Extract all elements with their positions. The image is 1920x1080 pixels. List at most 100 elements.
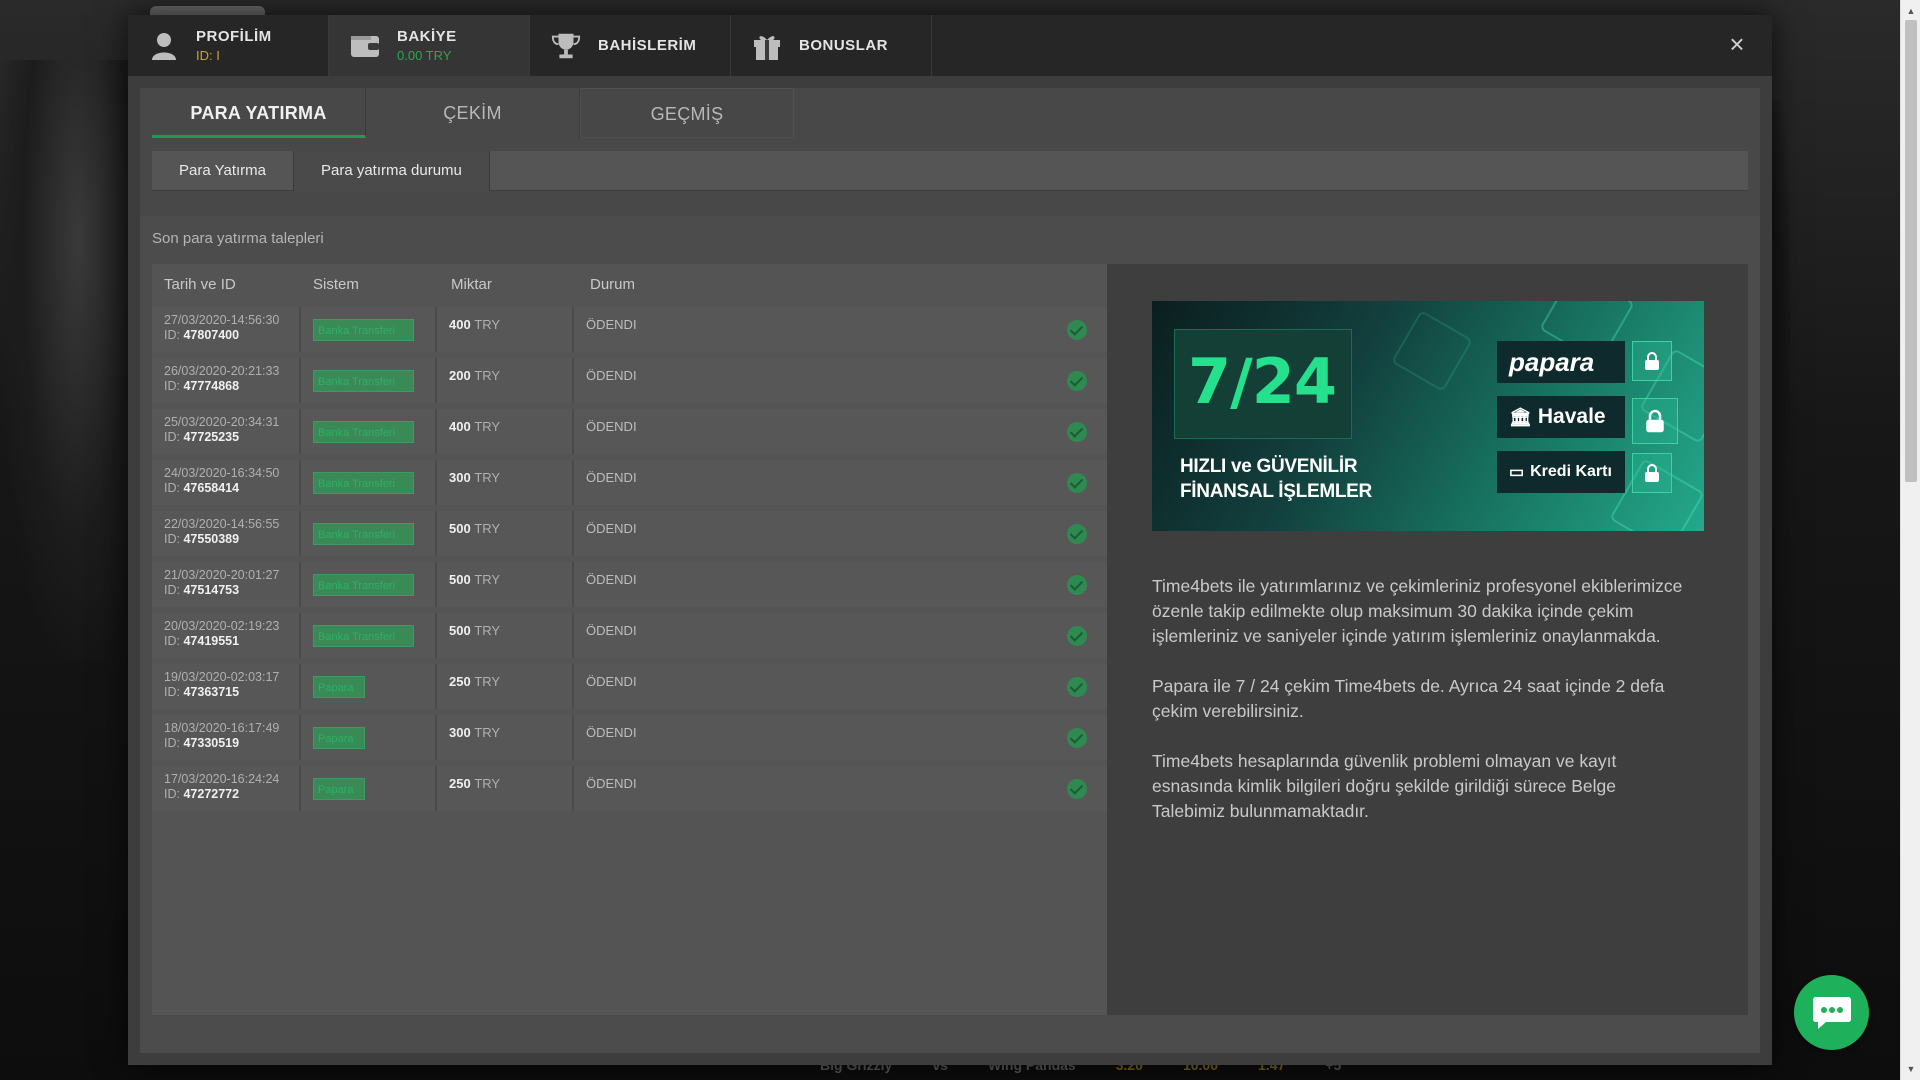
cell-status: ÖDENDI (574, 409, 1107, 454)
table-row: 22/03/2020-14:56:55 ID: 47550389 Banka Tra… (152, 511, 1107, 556)
tab-profile[interactable]: PROFİLİM ID: I (128, 15, 329, 76)
live-chat-button[interactable] (1794, 975, 1869, 1050)
row-id-value: 47330519 (183, 736, 240, 750)
row-id: ID: 47774868 (164, 379, 299, 393)
cell-date-id: 22/03/2020-14:56:55 ID: 47550389 (152, 511, 301, 556)
payment-system-badge: Papara (313, 675, 365, 698)
row-id-prefix: ID: (164, 583, 180, 597)
cell-system: Banka Transferi (301, 409, 437, 454)
tab-history[interactable]: GEÇMİŞ (580, 88, 794, 138)
banner-havale: 🏛 Havale (1497, 396, 1625, 438)
banner-card-label: Kredi Kartı (1530, 463, 1612, 480)
row-status: ÖDENDI (586, 623, 637, 638)
row-currency: TRY (474, 470, 501, 485)
col-system: Sistem (313, 275, 359, 293)
row-id: ID: 47514753 (164, 583, 299, 597)
deposit-subtabs: Para Yatırma Para yatırma durumu (152, 151, 1748, 191)
row-status: ÖDENDI (586, 725, 637, 740)
payment-system-badge: Banka Transferi (313, 471, 414, 494)
table-row: 18/03/2020-16:17:49 ID: 47330519 Papara 300… (152, 715, 1107, 760)
row-amount: 500 TRY (449, 572, 572, 587)
subtab-deposit-status[interactable]: Para yatırma durumu (293, 151, 490, 191)
cell-date-id: 20/03/2020-02:19:23 ID: 47419551 (152, 613, 301, 658)
close-icon[interactable]: × (1724, 31, 1750, 57)
row-currency: TRY (474, 674, 501, 689)
row-date: 26/03/2020-20:21:33 (164, 364, 280, 378)
deposit-status-panel: Son para yatırma talepleri Tarih ve ID S… (140, 216, 1760, 1053)
cell-date-id: 19/03/2020-02:03:17 ID: 47363715 (152, 664, 301, 709)
row-amount: 200 TRY (449, 368, 572, 383)
tab-my-bets[interactable]: BAHİSLERİM (530, 15, 731, 76)
row-status: ÖDENDI (586, 521, 637, 536)
lock-icon (1632, 453, 1672, 493)
row-amount: 400 TRY (449, 317, 572, 332)
scroll-down-arrow-icon[interactable]: ▼ (1901, 1060, 1920, 1078)
lock-icon (1632, 341, 1672, 381)
table-row: 27/03/2020-14:56:30 ID: 47807400 Banka Tra… (152, 307, 1107, 352)
cell-status: ÖDENDI (574, 511, 1107, 556)
bonuses-tab-label: BONUSLAR (799, 37, 888, 54)
payment-system-badge: Banka Transferi (313, 573, 414, 596)
cell-date-id: 25/03/2020-20:34:31 ID: 47725235 (152, 409, 301, 454)
row-id-prefix: ID: (164, 787, 180, 801)
profile-id: ID: I (196, 48, 220, 63)
row-status: ÖDENDI (586, 317, 637, 332)
row-id: ID: 47272772 (164, 787, 299, 801)
cell-status: ÖDENDI (574, 562, 1107, 607)
subtab-deposit[interactable]: Para Yatırma (152, 151, 294, 191)
table-row: 25/03/2020-20:34:31 ID: 47725235 Banka Tra… (152, 409, 1107, 454)
check-circle-icon (1067, 779, 1087, 799)
payment-system-badge: Banka Transferi (313, 369, 414, 392)
check-circle-icon (1067, 371, 1087, 391)
cell-date-id: 27/03/2020-14:56:30 ID: 47807400 (152, 307, 301, 352)
scroll-up-arrow-icon[interactable]: ▲ (1901, 2, 1920, 20)
balance-tab-label: BAKİYE (397, 28, 457, 45)
banner-tagline-2: FİNANSAL İŞLEMLER (1180, 481, 1372, 502)
row-amount-value: 500 (449, 623, 471, 638)
table-row: 19/03/2020-02:03:17 ID: 47363715 Papara 250… (152, 664, 1107, 709)
tab-deposit[interactable]: PARA YATIRMA (152, 88, 366, 138)
cell-system: Papara (301, 664, 437, 709)
row-id: ID: 47550389 (164, 532, 299, 546)
row-date: 17/03/2020-16:24:24 (164, 772, 280, 786)
card-icon: ▭ (1509, 464, 1525, 481)
cell-system: Banka Transferi (301, 460, 437, 505)
table-header: Tarih ve ID Sistem Miktar Durum (152, 264, 1107, 304)
check-circle-icon (1067, 320, 1087, 340)
row-id: ID: 47363715 (164, 685, 299, 699)
cell-system: Banka Transferi (301, 562, 437, 607)
row-date: 19/03/2020-02:03:17 (164, 670, 280, 684)
row-amount-value: 400 (449, 419, 471, 434)
scrollbar-thumb[interactable] (1905, 20, 1917, 482)
wallet-icon (349, 30, 381, 62)
row-id-value: 47774868 (183, 379, 240, 393)
info-panel: 7/24 HIZLI ve GÜVENİLİR FİNANSAL İŞLEMLE… (1107, 264, 1748, 1015)
cell-system: Papara (301, 766, 437, 811)
account-modal: PROFİLİM ID: I BAKİYE 0.00 TRY BAHİSLERİ… (128, 15, 1772, 1065)
row-id-prefix: ID: (164, 328, 180, 342)
info-paragraph: Time4bets ile yatırımlarınız ve çekimler… (1152, 576, 1683, 646)
row-currency: TRY (474, 521, 501, 536)
payment-system-badge: Banka Transferi (313, 420, 414, 443)
cell-amount: 200 TRY (437, 358, 574, 403)
cell-date-id: 21/03/2020-20:01:27 ID: 47514753 (152, 562, 301, 607)
deposit-table: Tarih ve ID Sistem Miktar Durum 27/03/20… (152, 264, 1107, 1015)
cell-amount: 250 TRY (437, 664, 574, 709)
tab-bonuses[interactable]: BONUSLAR (731, 15, 932, 76)
check-circle-icon (1067, 575, 1087, 595)
row-id-value: 47725235 (183, 430, 240, 444)
row-amount-value: 300 (449, 470, 471, 485)
row-status: ÖDENDI (586, 419, 637, 434)
row-amount-value: 400 (449, 317, 471, 332)
row-amount: 250 TRY (449, 674, 572, 689)
page-scrollbar[interactable]: ▲ ▼ (1900, 0, 1920, 1080)
cell-status: ÖDENDI (574, 460, 1107, 505)
row-date: 22/03/2020-14:56:55 (164, 517, 280, 531)
gift-icon (751, 30, 783, 62)
row-currency: TRY (474, 572, 501, 587)
tab-balance[interactable]: BAKİYE 0.00 TRY (329, 15, 530, 76)
row-id-value: 47514753 (183, 583, 240, 597)
bank-icon: 🏛 (1509, 406, 1532, 427)
check-circle-icon (1067, 524, 1087, 544)
tab-withdraw[interactable]: ÇEKİM (366, 88, 580, 138)
